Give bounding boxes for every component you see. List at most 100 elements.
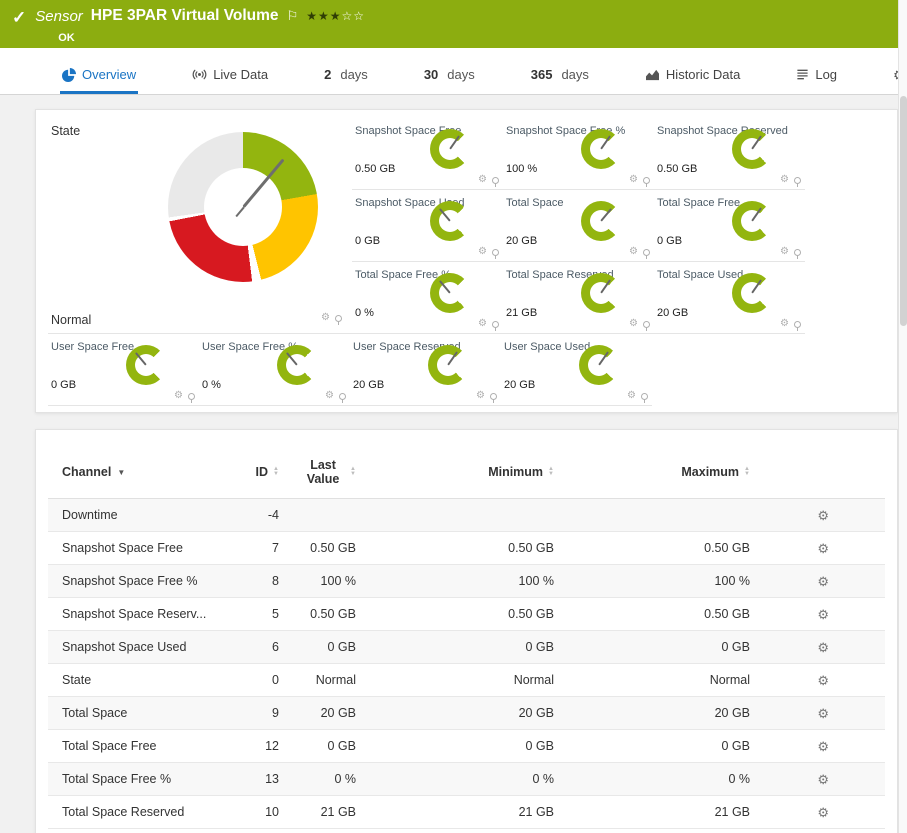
gauge-title: User Space Reserved: [350, 334, 501, 353]
cell-id: 13: [232, 763, 279, 796]
tab-2-days[interactable]: 2 days: [322, 67, 370, 94]
scrollbar-thumb[interactable]: [900, 96, 907, 326]
channel-settings-gear-icon[interactable]: ⚙: [817, 674, 829, 687]
pin-icon[interactable]: [492, 321, 499, 328]
table-row[interactable]: Snapshot Space Used 6 0 GB 0 GB 0 GB ⚙: [48, 631, 885, 664]
channel-settings-gear-icon[interactable]: ⚙: [817, 641, 829, 654]
cell-minimum: 20 GB: [356, 697, 554, 730]
column-header-maximum[interactable]: Maximum ▲▼: [554, 465, 750, 479]
pin-icon[interactable]: [335, 315, 342, 322]
log-list-icon: [796, 68, 809, 81]
gauge-dial: [428, 345, 468, 385]
pin-icon[interactable]: [794, 177, 801, 184]
cell-maximum: 100 %: [554, 565, 750, 598]
gear-icon[interactable]: ⚙: [780, 319, 789, 329]
gear-icon[interactable]: ⚙: [174, 391, 183, 401]
gauge-dial: [581, 129, 621, 169]
channel-settings-gear-icon[interactable]: ⚙: [817, 608, 829, 621]
priority-stars[interactable]: ★★★☆☆: [306, 9, 365, 23]
stars-filled[interactable]: ★★★: [306, 9, 341, 23]
table-row[interactable]: Snapshot Space Free % 8 100 % 100 % 100 …: [48, 565, 885, 598]
gear-icon[interactable]: ⚙: [476, 391, 485, 401]
tab-historic-data[interactable]: Historic Data: [643, 67, 742, 94]
column-header-minimum[interactable]: Minimum ▲▼: [356, 465, 554, 479]
table-row[interactable]: State 0 Normal Normal Normal ⚙: [48, 664, 885, 697]
tab-live-data[interactable]: Live Data: [190, 67, 270, 94]
vertical-scrollbar[interactable]: [898, 0, 907, 833]
gauge-value: 0 %: [355, 307, 374, 319]
gear-icon[interactable]: ⚙: [629, 319, 638, 329]
pin-icon[interactable]: [339, 393, 346, 400]
gauge-value: 0 %: [202, 379, 221, 391]
table-row[interactable]: Snapshot Space Reserv... 5 0.50 GB 0.50 …: [48, 598, 885, 631]
gear-icon[interactable]: ⚙: [629, 175, 638, 185]
channel-gauge-cell: Total Space Free % 0 % ⚙: [352, 262, 503, 334]
tab-overview[interactable]: Overview: [60, 67, 138, 94]
table-row[interactable]: Total Space Free 12 0 GB 0 GB 0 GB ⚙: [48, 730, 885, 763]
gear-icon[interactable]: ⚙: [629, 247, 638, 257]
gauge-dial: [430, 273, 470, 313]
pin-icon[interactable]: [641, 393, 648, 400]
gauge-value: 20 GB: [353, 379, 384, 391]
table-row[interactable]: Downtime -4 ⚙: [48, 499, 885, 532]
pin-icon[interactable]: [794, 249, 801, 256]
gauge-title: Total Space Reserved: [503, 262, 654, 281]
cell-minimum: 0.50 GB: [356, 598, 554, 631]
stars-empty[interactable]: ☆☆: [342, 9, 366, 23]
object-kind-label: Sensor: [35, 8, 83, 25]
channel-settings-gear-icon[interactable]: ⚙: [817, 740, 829, 753]
column-header-id-label: ID: [256, 465, 269, 479]
channel-gauge-cell: User Space Used 20 GB ⚙: [501, 334, 652, 406]
cell-id: 8: [232, 565, 279, 598]
table-row[interactable]: Total Space 9 20 GB 20 GB 20 GB ⚙: [48, 697, 885, 730]
table-row[interactable]: Total Space Reserved 10 21 GB 21 GB 21 G…: [48, 796, 885, 829]
channel-settings-gear-icon[interactable]: ⚙: [817, 707, 829, 720]
channel-settings-gear-icon[interactable]: ⚙: [817, 509, 829, 522]
table-row[interactable]: Total Space Free % 13 0 % 0 % 0 % ⚙: [48, 763, 885, 796]
table-row[interactable]: Snapshot Space Free 7 0.50 GB 0.50 GB 0.…: [48, 532, 885, 565]
cell-id: 5: [232, 598, 279, 631]
gauge-title: Total Space Free %: [352, 262, 503, 281]
gear-icon[interactable]: ⚙: [627, 391, 636, 401]
pin-icon[interactable]: [490, 393, 497, 400]
cell-channel: Total Space Reserved: [48, 796, 232, 829]
pin-icon[interactable]: [643, 321, 650, 328]
pin-icon[interactable]: [794, 321, 801, 328]
cell-last-value: 0.50 GB: [279, 532, 356, 565]
column-header-minimum-label: Minimum: [488, 465, 543, 479]
tab-log[interactable]: Log: [794, 67, 839, 94]
tab-30-days[interactable]: 30 days: [422, 67, 477, 94]
pin-icon[interactable]: [188, 393, 195, 400]
gear-icon[interactable]: ⚙: [478, 247, 487, 257]
column-header-last-value[interactable]: Last Value ▲▼: [279, 458, 356, 486]
gear-icon[interactable]: ⚙: [478, 175, 487, 185]
cell-maximum: 21 GB: [554, 796, 750, 829]
tab-365-days[interactable]: 365 days: [529, 67, 591, 94]
gauge-dial: [126, 345, 166, 385]
channel-gauge-cell: User Space Free 0 GB ⚙: [48, 334, 199, 406]
cell-id: 0: [232, 664, 279, 697]
column-header-id[interactable]: ID ▲▼: [232, 465, 279, 479]
gear-icon[interactable]: ⚙: [780, 175, 789, 185]
channel-settings-gear-icon[interactable]: ⚙: [817, 542, 829, 555]
state-gauge-cell: State Normal ⚙: [48, 118, 352, 334]
gear-icon[interactable]: ⚙: [321, 313, 330, 323]
pin-icon[interactable]: [492, 249, 499, 256]
cell-channel: Downtime: [48, 499, 232, 532]
gear-icon[interactable]: ⚙: [780, 247, 789, 257]
gauge-title: Snapshot Space Free: [352, 118, 503, 137]
channel-settings-gear-icon[interactable]: ⚙: [817, 773, 829, 786]
gauge-value: 100 %: [506, 163, 537, 175]
tab-bar: Overview Live Data 2 days 30 days 365 da…: [0, 48, 898, 95]
channel-gauge-grid: Snapshot Space Free 0.50 GB ⚙: [352, 118, 805, 334]
channel-settings-gear-icon[interactable]: ⚙: [817, 575, 829, 588]
pin-icon[interactable]: [492, 177, 499, 184]
gear-icon[interactable]: ⚙: [478, 319, 487, 329]
cell-id: 6: [232, 631, 279, 664]
column-header-channel[interactable]: Channel ▼: [48, 465, 232, 479]
pin-icon[interactable]: [643, 177, 650, 184]
pin-icon[interactable]: [643, 249, 650, 256]
channel-settings-gear-icon[interactable]: ⚙: [817, 806, 829, 819]
gear-icon[interactable]: ⚙: [325, 391, 334, 401]
flag-icon[interactable]: ⚐: [287, 8, 299, 24]
